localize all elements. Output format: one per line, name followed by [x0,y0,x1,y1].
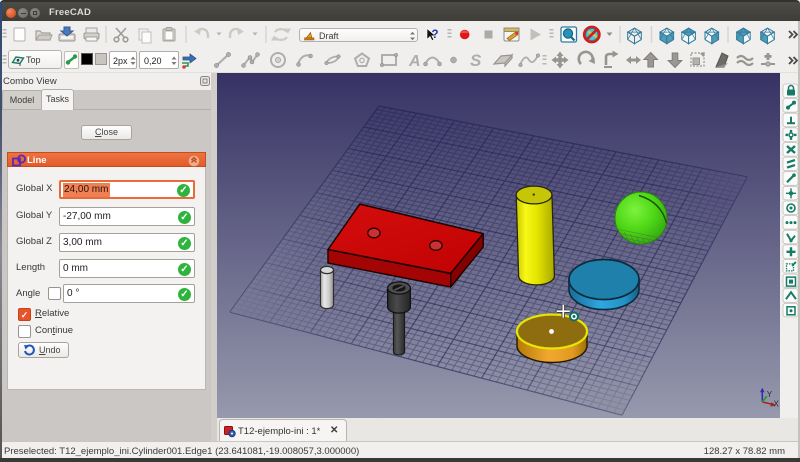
svg-text:Y: Y [767,390,773,399]
svg-text:S: S [470,51,482,70]
svg-text:A: A [408,53,421,70]
svg-text:X: X [774,400,780,409]
svg-text:?: ? [432,29,439,41]
